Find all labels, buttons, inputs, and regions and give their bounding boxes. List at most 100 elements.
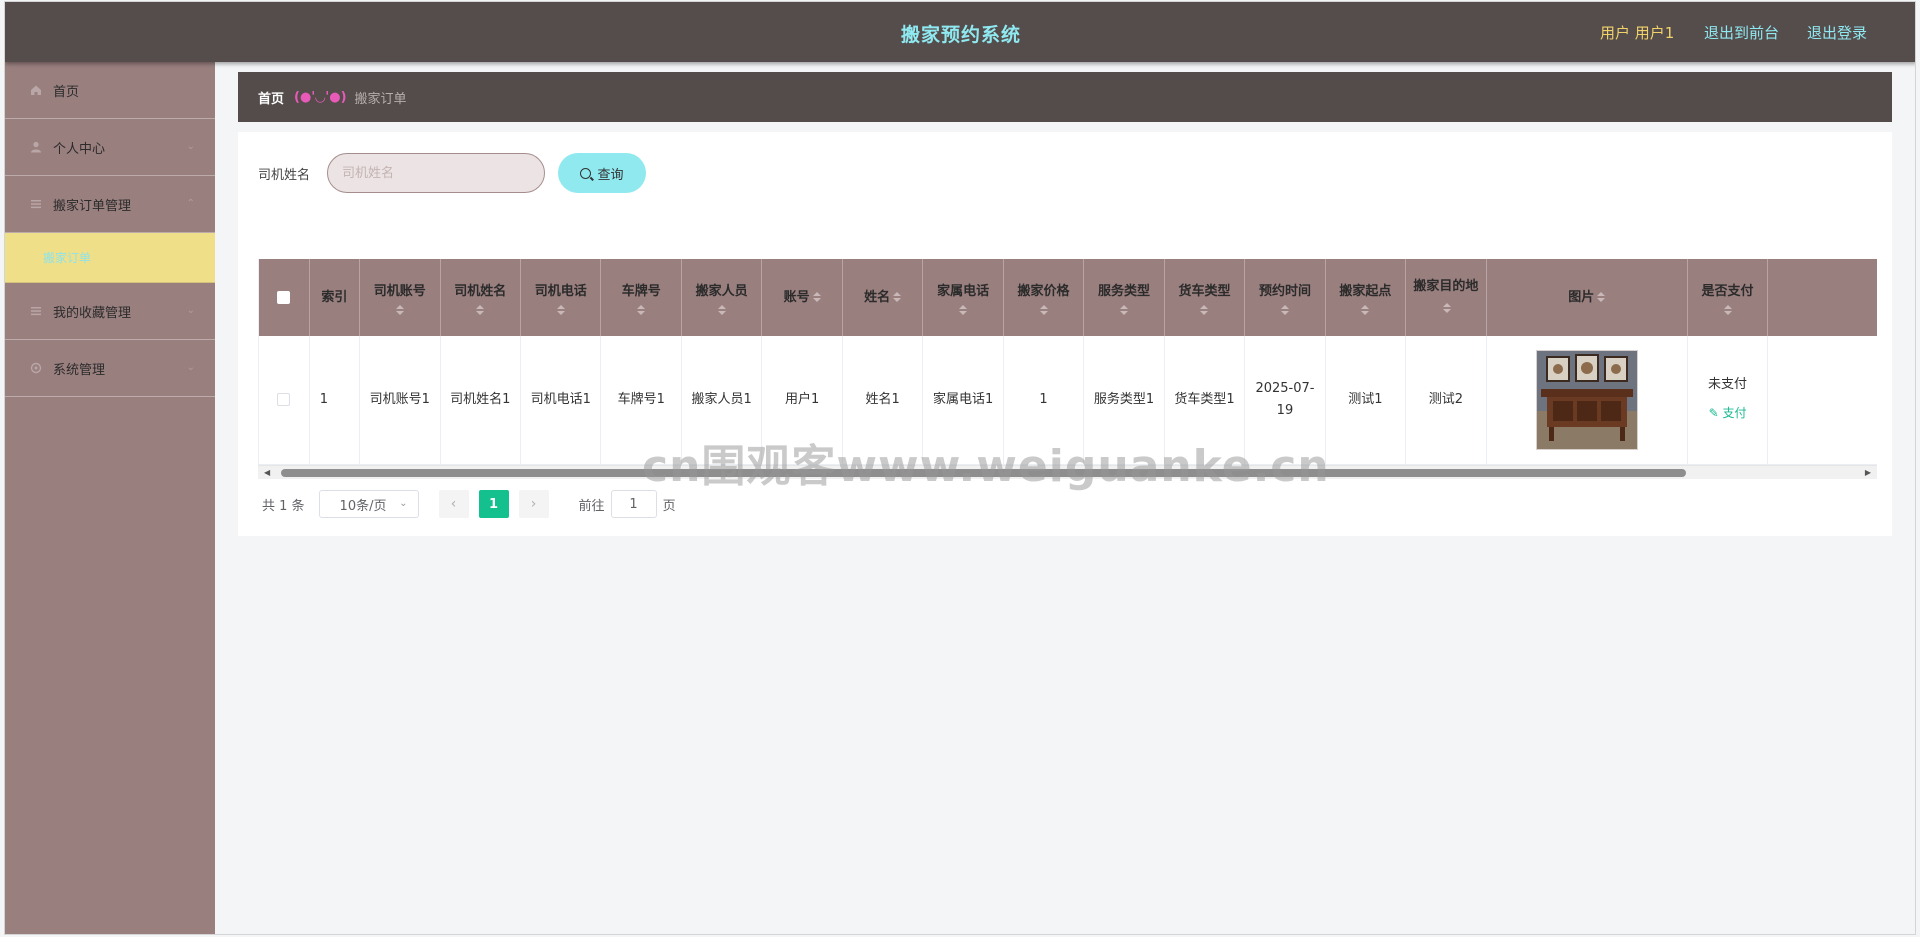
scrollbar-thumb[interactable] bbox=[281, 469, 1686, 477]
column-header-label: 搬家人员 bbox=[695, 283, 748, 299]
column-header[interactable]: 家属电话 bbox=[922, 259, 1004, 336]
cell-account: 用户1 bbox=[761, 336, 843, 465]
column-header[interactable]: 搬家人员 bbox=[681, 259, 763, 336]
column-header[interactable]: 搬家起点 bbox=[1325, 259, 1407, 336]
sidebar-item-favorites[interactable]: 我的收藏管理 ⌄ bbox=[5, 283, 215, 340]
row-checkbox[interactable] bbox=[277, 392, 291, 406]
horizontal-scrollbar[interactable]: ◀ ▶ bbox=[258, 465, 1877, 479]
column-header-label: 服务类型 bbox=[1098, 283, 1151, 299]
next-page-button[interactable]: › bbox=[518, 490, 549, 518]
column-header[interactable]: 搬家价格 bbox=[1003, 259, 1085, 336]
goto-label: 前往 bbox=[578, 498, 605, 514]
page-unit-label: 页 bbox=[662, 498, 676, 514]
sort-icon[interactable] bbox=[1597, 292, 1606, 302]
cell-plate: 车牌号1 bbox=[600, 336, 682, 465]
sort-icon[interactable] bbox=[893, 292, 902, 302]
column-header-label: 搬家起点 bbox=[1339, 283, 1392, 299]
sort-icon[interactable] bbox=[637, 304, 646, 315]
column-header[interactable]: 姓名 bbox=[842, 259, 924, 336]
scroll-right-arrow-icon[interactable]: ▶ bbox=[1865, 468, 1871, 477]
table-header-row: 索引 司机账号 司机姓名 司机电话 车牌号 搬家人员 账号 姓名 家属电话 搬家… bbox=[259, 259, 1877, 336]
sidebar-subitem-moving-order[interactable]: 搬家订单 bbox=[5, 233, 215, 283]
column-header[interactable]: 货车类型 bbox=[1164, 259, 1246, 336]
sidebar-item-label: 搬家订单管理 bbox=[53, 198, 132, 214]
cell-driver-account: 司机账号1 bbox=[359, 336, 441, 465]
column-header[interactable]: 账号 bbox=[761, 259, 843, 336]
chevron-down-icon: ⌄ bbox=[186, 362, 195, 373]
breadcrumb-home[interactable]: 首页 bbox=[258, 88, 284, 107]
column-header[interactable]: 司机电话 bbox=[520, 259, 602, 336]
scroll-left-arrow-icon[interactable]: ◀ bbox=[264, 468, 270, 477]
orders-table: 索引 司机账号 司机姓名 司机电话 车牌号 搬家人员 账号 姓名 家属电话 搬家… bbox=[258, 259, 1877, 479]
cell-movers: 搬家人员1 bbox=[681, 336, 763, 465]
edit-icon: ✎ bbox=[1708, 406, 1719, 421]
page-number-current[interactable]: 1 bbox=[478, 490, 509, 518]
sort-icon[interactable] bbox=[1723, 304, 1732, 315]
sort-icon[interactable] bbox=[1361, 304, 1370, 315]
driver-name-search-input[interactable] bbox=[327, 153, 545, 193]
column-header[interactable]: 司机姓名 bbox=[440, 259, 522, 336]
chevron-down-icon: ⌄ bbox=[399, 498, 408, 509]
row-select-cell bbox=[259, 336, 310, 465]
column-header-label: 搬家目的地 bbox=[1413, 278, 1479, 294]
column-header[interactable]: 服务类型 bbox=[1083, 259, 1165, 336]
sort-icon[interactable] bbox=[1280, 304, 1289, 315]
sidebar-item-home[interactable]: 首页 bbox=[5, 62, 215, 119]
list-icon bbox=[29, 304, 43, 318]
list-icon bbox=[29, 197, 43, 211]
logout-link[interactable]: 退出登录 bbox=[1807, 22, 1867, 43]
query-button[interactable]: 查询 bbox=[558, 153, 646, 193]
sort-icon[interactable] bbox=[1443, 303, 1452, 313]
column-header[interactable]: 预约时间 bbox=[1244, 259, 1326, 336]
sidebar-item-system[interactable]: 系统管理 ⌄ bbox=[5, 340, 215, 397]
page-size-select[interactable]: 10条/页 ⌄ bbox=[318, 490, 419, 518]
select-all-checkbox[interactable] bbox=[277, 290, 291, 304]
column-header-label: 账号 bbox=[783, 289, 810, 305]
column-header-label: 司机姓名 bbox=[454, 283, 507, 299]
sort-icon[interactable] bbox=[1200, 304, 1209, 315]
chevron-down-icon: ⌄ bbox=[186, 305, 195, 316]
sort-icon[interactable] bbox=[717, 304, 726, 315]
cell-paid-status: 未支付 ✎ 支付 bbox=[1687, 336, 1769, 465]
sidebar-item-label: 系统管理 bbox=[53, 362, 106, 378]
chevron-up-icon: ⌃ bbox=[186, 198, 195, 209]
chevron-left-icon: ‹ bbox=[450, 496, 457, 512]
sort-icon[interactable] bbox=[395, 304, 404, 315]
select-all-cell bbox=[259, 259, 310, 336]
app-window: 搬家预约系统 用户 用户1 退出到前台 退出登录 首页 个人中心 ⌄ 搬家订单管… bbox=[4, 1, 1916, 935]
current-user-label: 用户 用户1 bbox=[1600, 24, 1675, 42]
cell-time: 2025-07-19 bbox=[1244, 336, 1326, 465]
cell-to: 测试2 bbox=[1405, 336, 1487, 465]
sort-icon[interactable] bbox=[1039, 304, 1048, 315]
furniture-thumbnail[interactable] bbox=[1535, 349, 1638, 450]
prev-page-button[interactable]: ‹ bbox=[438, 490, 469, 518]
column-header-actions bbox=[1767, 259, 1877, 336]
column-header[interactable]: 车牌号 bbox=[600, 259, 682, 336]
chevron-down-icon: ⌄ bbox=[186, 141, 195, 152]
sidebar-item-personal-center[interactable]: 个人中心 ⌄ bbox=[5, 119, 215, 176]
sort-icon[interactable] bbox=[1120, 304, 1129, 315]
sidebar-item-moving-orders[interactable]: 搬家订单管理 ⌃ bbox=[5, 176, 215, 233]
cell-picture bbox=[1486, 336, 1688, 465]
column-header[interactable]: 司机账号 bbox=[359, 259, 441, 336]
chevron-right-icon: › bbox=[530, 496, 537, 512]
pay-button[interactable]: ✎ 支付 bbox=[1709, 402, 1747, 424]
column-header[interactable]: 图片 bbox=[1486, 259, 1688, 336]
column-header-label: 家属电话 bbox=[937, 283, 990, 299]
goto-page-input[interactable] bbox=[610, 490, 657, 518]
cell-family-phone: 家属电话1 bbox=[922, 336, 1004, 465]
sort-icon[interactable] bbox=[556, 304, 565, 315]
pagination: 共 1 条 10条/页 ⌄ ‹ 1 › 前往 页 bbox=[262, 490, 676, 518]
cell-price: 1 bbox=[1003, 336, 1085, 465]
cell-driver-name: 司机姓名1 bbox=[440, 336, 522, 465]
settings-icon bbox=[29, 361, 43, 375]
exit-to-front-link[interactable]: 退出到前台 bbox=[1704, 22, 1779, 43]
sidebar-item-label: 我的收藏管理 bbox=[53, 305, 132, 321]
cell-name: 姓名1 bbox=[842, 336, 924, 465]
sort-icon[interactable] bbox=[812, 292, 821, 302]
sort-icon[interactable] bbox=[476, 304, 485, 315]
column-header[interactable]: 是否支付 bbox=[1687, 259, 1769, 336]
column-header[interactable]: 搬家目的地 bbox=[1405, 259, 1487, 336]
sort-icon[interactable] bbox=[959, 304, 968, 315]
page-size-value: 10条/页 bbox=[339, 498, 387, 514]
